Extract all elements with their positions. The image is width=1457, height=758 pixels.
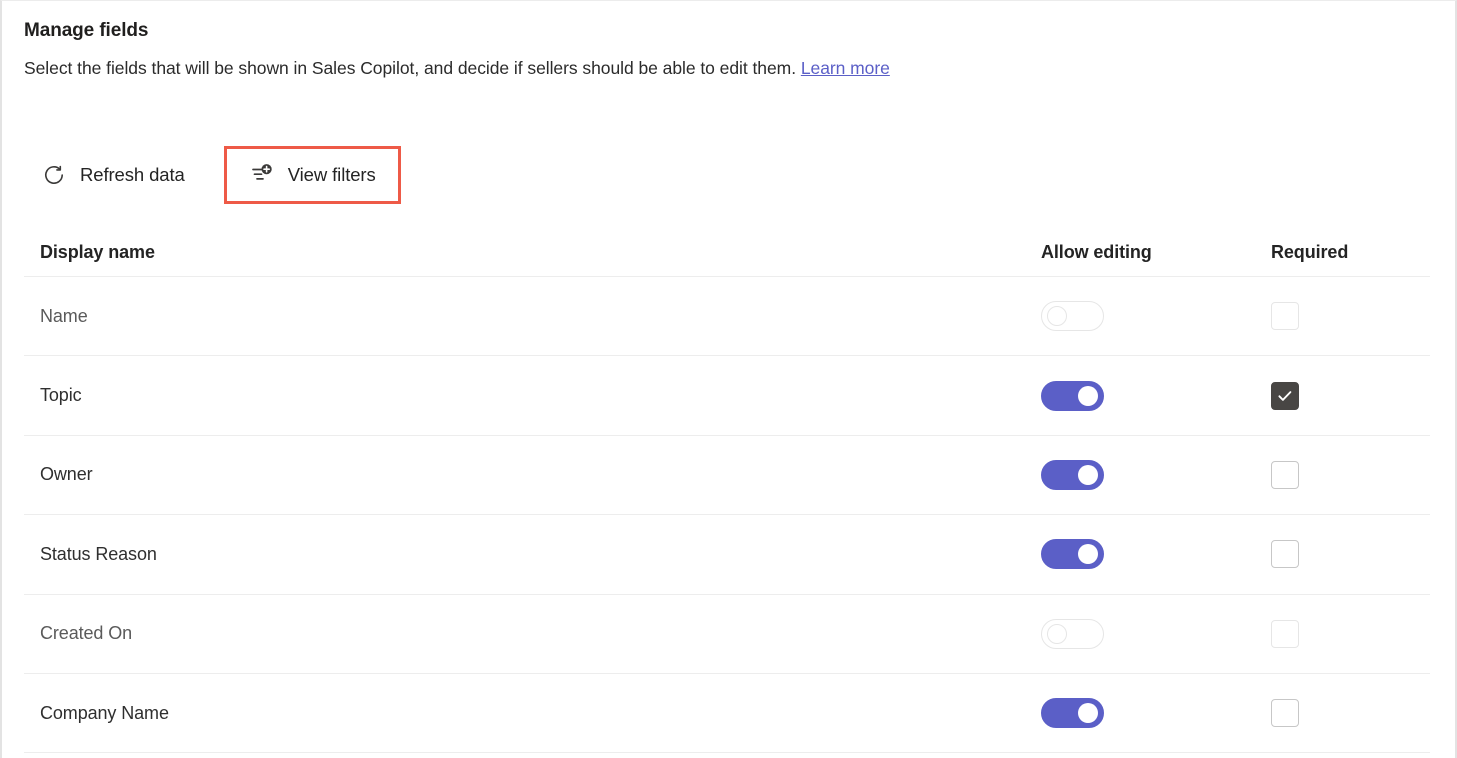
field-display-name: Company Name: [40, 702, 169, 723]
column-header-display-name[interactable]: Display name: [24, 242, 1025, 263]
required-checkbox[interactable]: [1271, 381, 1299, 410]
table-row[interactable]: Name: [24, 277, 1430, 357]
field-display-name: Name: [40, 305, 88, 326]
table-row[interactable]: Status Reason: [24, 515, 1430, 595]
column-header-allow-editing[interactable]: Allow editing: [1025, 242, 1255, 263]
field-display-name: Status Reason: [40, 543, 157, 564]
column-header-allow-editing-label: Allow editing: [1041, 242, 1152, 262]
cell-required: [1255, 381, 1430, 410]
cell-required: [1255, 619, 1430, 648]
table-row[interactable]: Company Name: [24, 674, 1430, 754]
fields-table: Display name Allow editing Required Name…: [24, 229, 1430, 754]
column-header-display-name-label: Display name: [40, 242, 155, 262]
table-header-row: Display name Allow editing Required: [24, 229, 1430, 277]
refresh-data-label: Refresh data: [80, 164, 185, 185]
allow-editing-toggle[interactable]: [1041, 698, 1104, 729]
checkmark-icon: [1278, 390, 1292, 401]
cell-required: [1255, 460, 1430, 489]
cell-allow-editing: [1025, 301, 1255, 332]
field-display-name: Created On: [40, 623, 133, 644]
toggle-knob: [1078, 703, 1098, 724]
cell-display-name: Owner: [24, 464, 1025, 485]
column-header-required[interactable]: Required: [1255, 242, 1430, 263]
allow-editing-toggle[interactable]: [1041, 380, 1104, 411]
toggle-knob: [1078, 464, 1098, 485]
allow-editing-toggle[interactable]: [1041, 459, 1104, 490]
manage-fields-page: Manage fields Select the fields that wil…: [0, 0, 1457, 758]
table-row[interactable]: Topic: [24, 356, 1430, 436]
command-bar: Refresh data View filters: [24, 146, 401, 204]
filter-add-icon: [249, 162, 275, 188]
refresh-icon: [41, 162, 67, 188]
allow-editing-toggle: [1041, 618, 1104, 649]
cell-display-name: Status Reason: [24, 544, 1025, 565]
page-description: Select the fields that will be shown in …: [24, 56, 1435, 80]
allow-editing-toggle[interactable]: [1041, 539, 1104, 570]
cell-display-name: Created On: [24, 623, 1025, 644]
view-filters-button[interactable]: View filters: [223, 146, 401, 204]
page-header: Manage fields Select the fields that wil…: [24, 19, 1435, 80]
field-display-name: Topic: [40, 385, 82, 406]
toggle-knob: [1047, 623, 1067, 644]
required-checkbox: [1271, 302, 1299, 331]
field-display-name: Owner: [40, 464, 93, 485]
page-title: Manage fields: [24, 20, 149, 41]
cell-allow-editing: [1025, 380, 1255, 411]
cell-allow-editing: [1025, 618, 1255, 649]
cell-allow-editing: [1025, 459, 1255, 490]
toggle-knob: [1047, 306, 1067, 327]
cell-required: [1255, 302, 1430, 331]
learn-more-link[interactable]: Learn more: [801, 58, 890, 78]
cell-required: [1255, 699, 1430, 728]
view-filters-label: View filters: [287, 164, 376, 185]
table-body: Name Topic Owner Status Reason Created On Com…: [24, 277, 1430, 754]
toggle-knob: [1078, 544, 1098, 565]
required-checkbox[interactable]: [1271, 540, 1299, 569]
cell-display-name: Name: [24, 306, 1025, 327]
toggle-knob: [1078, 385, 1098, 406]
table-row[interactable]: Created On: [24, 595, 1430, 674]
cell-allow-editing: [1025, 539, 1255, 570]
cell-display-name: Topic: [24, 385, 1025, 406]
required-checkbox[interactable]: [1271, 460, 1299, 489]
column-header-required-label: Required: [1271, 242, 1349, 262]
cell-required: [1255, 540, 1430, 569]
page-description-text: Select the fields that will be shown in …: [24, 58, 801, 78]
allow-editing-toggle: [1041, 301, 1104, 332]
required-checkbox[interactable]: [1271, 699, 1299, 728]
refresh-data-button[interactable]: Refresh data: [24, 146, 202, 204]
cell-display-name: Company Name: [24, 703, 1025, 724]
cell-allow-editing: [1025, 698, 1255, 729]
table-row[interactable]: Owner: [24, 436, 1430, 516]
required-checkbox: [1271, 619, 1299, 648]
